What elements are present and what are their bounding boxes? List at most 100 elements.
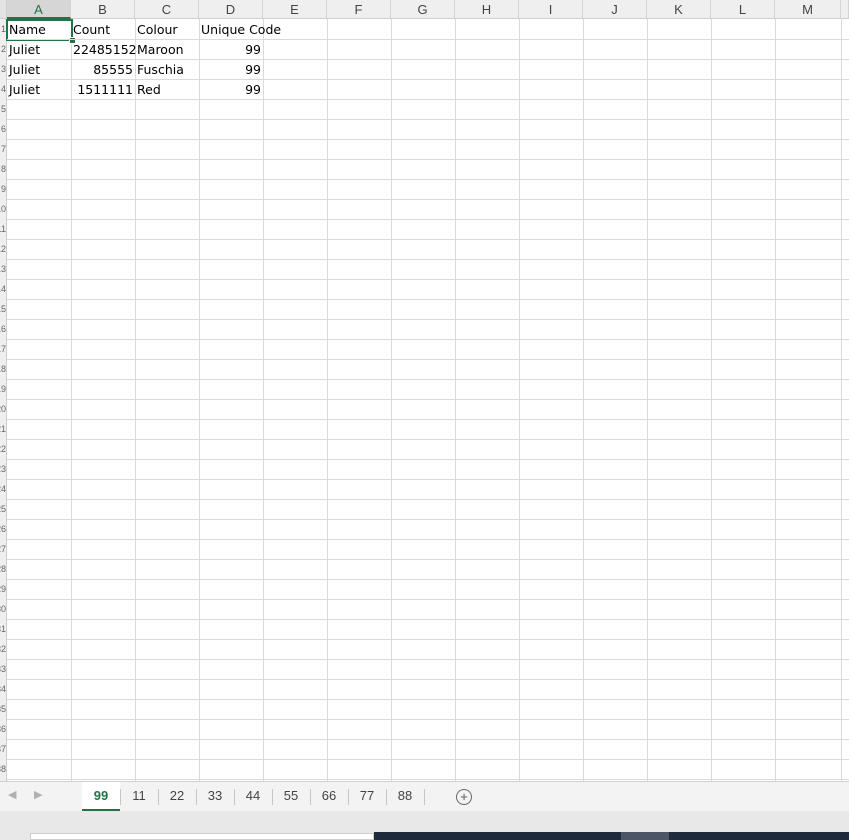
column-header-k[interactable]: K [647,0,711,19]
select-all-corner[interactable] [0,0,7,19]
row-number[interactable]: 14 [0,285,6,294]
sheet-tab-22[interactable]: 22 [159,782,195,811]
worksheet-grid[interactable]: A B C D E F G H I J K L M 12345678910111… [0,0,849,781]
gridline [7,619,849,620]
cell-a4[interactable]: Juliet [7,80,71,100]
row-number[interactable]: 5 [1,105,6,114]
sheet-tab-11[interactable]: 11 [121,782,157,811]
row-number[interactable]: 3 [1,65,6,74]
column-header-d[interactable]: D [199,0,263,19]
tab-scroll-right-icon[interactable]: ▶ [34,788,42,801]
sheet-tab-77[interactable]: 77 [349,782,385,811]
row-number[interactable]: 26 [0,525,6,534]
gridline [199,19,200,781]
column-header-n-partial[interactable] [841,0,849,19]
column-header-j[interactable]: J [583,0,647,19]
column-header-b[interactable]: B [71,0,135,19]
row-number[interactable]: 31 [0,625,6,634]
sheet-tab-66[interactable]: 66 [311,782,347,811]
gridline [7,359,849,360]
row-number[interactable]: 12 [0,245,6,254]
row-number[interactable]: 13 [0,265,6,274]
row-number[interactable]: 35 [0,705,6,714]
column-header-l[interactable]: L [711,0,775,19]
cell-b2[interactable]: 22485152 [71,40,137,60]
sheet-tab-99[interactable]: 99 [82,782,120,811]
cell-b1[interactable]: Count [71,20,135,40]
column-header-a[interactable]: A [7,0,71,19]
row-header-gutter[interactable]: 1234567891011121314151617181920212223242… [0,19,7,781]
cell-a2[interactable]: Juliet [7,40,71,60]
row-number[interactable]: 6 [1,125,6,134]
row-number[interactable]: 7 [1,145,6,154]
horizontal-scrollbar-track[interactable] [30,833,374,840]
gridline [7,199,849,200]
gridline [327,19,328,781]
cell-b4[interactable]: 1511111 [71,80,135,100]
cell-d3[interactable]: 99 [199,60,263,80]
row-number[interactable]: 4 [1,85,6,94]
column-header-h[interactable]: H [455,0,519,19]
row-number[interactable]: 38 [0,765,6,774]
gridline [7,79,849,80]
gridline [7,219,849,220]
row-number[interactable]: 30 [0,605,6,614]
row-number[interactable]: 25 [0,505,6,514]
row-number[interactable]: 19 [0,385,6,394]
cell-c2[interactable]: Maroon [135,40,199,60]
add-sheet-icon[interactable]: + [456,789,472,805]
gridline [7,339,849,340]
row-number[interactable]: 16 [0,325,6,334]
cell-c4[interactable]: Red [135,80,199,100]
gridline [71,19,72,781]
column-header-g[interactable]: G [391,0,455,19]
row-number[interactable]: 8 [1,165,6,174]
row-number[interactable]: 28 [0,565,6,574]
row-number[interactable]: 32 [0,645,6,654]
row-number[interactable]: 21 [0,425,6,434]
row-number[interactable]: 23 [0,465,6,474]
cell-d2[interactable]: 99 [199,40,263,60]
column-header-m[interactable]: M [775,0,841,19]
sheet-tab-33[interactable]: 33 [197,782,233,811]
row-number[interactable]: 2 [1,45,6,54]
cell-b3[interactable]: 85555 [71,60,135,80]
row-number[interactable]: 17 [0,345,6,354]
cell-d4[interactable]: 99 [199,80,263,100]
row-number[interactable]: 11 [0,225,6,234]
row-number[interactable]: 34 [0,685,6,694]
cell-c3[interactable]: Fuschia [135,60,199,80]
tab-scroll-left-icon[interactable]: ◀ [8,788,16,801]
gridline [7,699,849,700]
row-number[interactable]: 20 [0,405,6,414]
cell-a3[interactable]: Juliet [7,60,71,80]
row-number[interactable]: 22 [0,445,6,454]
row-number[interactable]: 15 [0,305,6,314]
gridline [7,159,849,160]
column-header-f[interactable]: F [327,0,391,19]
gridline [7,599,849,600]
gridline [775,19,776,781]
row-number[interactable]: 33 [0,665,6,674]
row-number[interactable]: 18 [0,365,6,374]
row-number[interactable]: 10 [0,205,6,214]
tab-divider [424,789,425,805]
row-number[interactable]: 29 [0,585,6,594]
cell-d1[interactable]: Unique Code [199,20,299,40]
sheet-tab-55[interactable]: 55 [273,782,309,811]
column-header-c[interactable]: C [135,0,199,19]
gridline [7,679,849,680]
row-number[interactable]: 27 [0,545,6,554]
row-number[interactable]: 9 [1,185,6,194]
gridline [7,759,849,760]
column-header-i[interactable]: I [519,0,583,19]
row-number[interactable]: 24 [0,485,6,494]
gridline [7,579,849,580]
sheet-tab-88[interactable]: 88 [387,782,423,811]
sheet-tab-44[interactable]: 44 [235,782,271,811]
cell-c1[interactable]: Colour [135,20,199,40]
gridline [263,19,264,781]
row-number[interactable]: 37 [0,745,6,754]
column-header-e[interactable]: E [263,0,327,19]
row-number[interactable]: 36 [0,725,6,734]
